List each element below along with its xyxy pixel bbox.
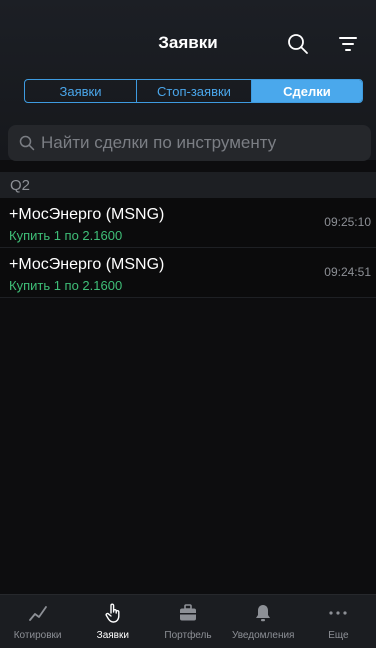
trade-detail: Купить 1 по 2.1600 <box>9 278 123 293</box>
segment-stop-orders[interactable]: Стоп-заявки <box>137 80 252 102</box>
tab-more[interactable]: Еще <box>301 595 376 648</box>
tab-bar: Котировки Заявки Портфель Уведомления Ещ… <box>0 594 376 648</box>
tab-label: Заявки <box>96 630 129 641</box>
tab-label: Уведомления <box>231 630 295 641</box>
list-item[interactable]: +МосЭнерго (MSNG) Купить 1 по 2.1600 09:… <box>0 248 376 298</box>
search-field[interactable] <box>8 125 371 161</box>
page-title: Заявки <box>158 33 218 52</box>
search-icon <box>19 135 35 151</box>
tab-label: Портфель <box>164 630 212 641</box>
more-dots-icon <box>329 611 348 615</box>
section-header: Q2 <box>0 172 376 198</box>
search-button[interactable] <box>286 32 310 56</box>
filter-icon <box>339 37 357 51</box>
briefcase-icon <box>180 604 196 621</box>
filter-button[interactable] <box>338 34 358 54</box>
tab-label: Еще <box>328 630 349 641</box>
chart-line-icon <box>28 606 47 621</box>
search-input[interactable] <box>41 133 361 153</box>
segment-orders[interactable]: Заявки <box>25 80 137 102</box>
tab-quotes[interactable]: Котировки <box>0 595 75 648</box>
hand-icon <box>105 603 120 623</box>
top-bar: Заявки Заявки Стоп-заявки Сделки <box>0 0 376 161</box>
trades-list: +МосЭнерго (MSNG) Купить 1 по 2.1600 09:… <box>0 198 376 298</box>
tab-notifications[interactable]: Уведомления <box>226 595 301 648</box>
instrument-name: +МосЭнерго (MSNG) <box>9 256 165 273</box>
bell-icon <box>256 605 271 622</box>
trade-time: 09:25:10 <box>324 215 371 229</box>
search-icon <box>288 34 308 54</box>
segmented-control: Заявки Стоп-заявки Сделки <box>24 79 363 103</box>
list-item[interactable]: +МосЭнерго (MSNG) Купить 1 по 2.1600 09:… <box>0 198 376 248</box>
segment-deals[interactable]: Сделки <box>252 80 362 102</box>
trade-time: 09:24:51 <box>324 265 371 279</box>
instrument-name: +МосЭнерго (MSNG) <box>9 206 165 223</box>
tab-portfolio[interactable]: Портфель <box>150 595 225 648</box>
tab-label: Котировки <box>13 630 62 641</box>
trade-detail: Купить 1 по 2.1600 <box>9 228 123 243</box>
tab-orders[interactable]: Заявки <box>75 595 150 648</box>
